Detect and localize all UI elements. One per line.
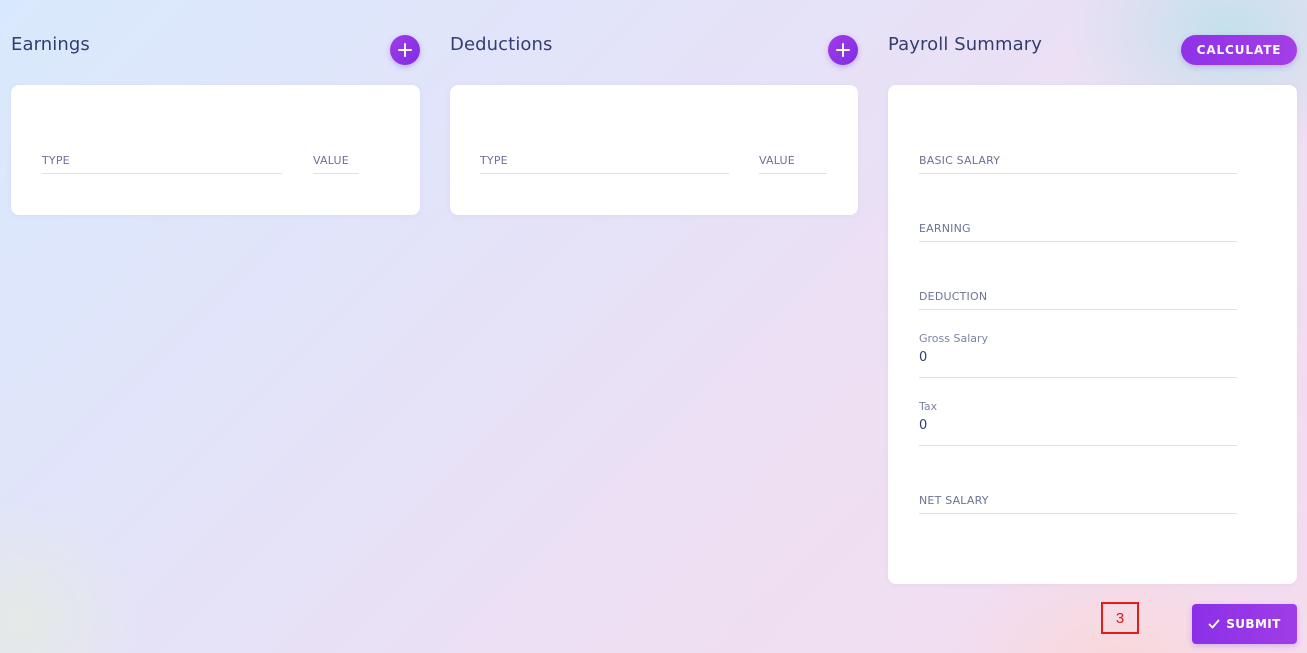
payroll-summary-title: Payroll Summary bbox=[888, 34, 1042, 55]
earning-total-label: EARNING bbox=[919, 222, 971, 235]
add-earning-button[interactable] bbox=[390, 35, 420, 65]
annotation-marker: 3 bbox=[1101, 602, 1139, 634]
earning-total-field[interactable]: EARNING bbox=[919, 213, 1237, 242]
deduction-value-label: VALUE bbox=[759, 154, 795, 167]
gross-salary-label: Gross Salary bbox=[919, 332, 989, 345]
earnings-title: Earnings bbox=[11, 34, 90, 55]
basic-salary-field[interactable]: BASIC SALARY bbox=[919, 145, 1237, 174]
earning-type-label: TYPE bbox=[42, 154, 70, 167]
deduction-total-field[interactable]: DEDUCTION bbox=[919, 281, 1237, 310]
earning-type-field[interactable]: TYPE bbox=[42, 145, 282, 174]
add-deduction-button[interactable] bbox=[828, 35, 858, 65]
earning-value-field[interactable]: VALUE bbox=[313, 145, 359, 174]
deductions-title: Deductions bbox=[450, 34, 553, 55]
earnings-card: TYPE VALUE bbox=[11, 85, 420, 215]
submit-label: SUBMIT bbox=[1226, 617, 1281, 631]
deduction-type-field[interactable]: TYPE bbox=[480, 145, 729, 174]
deduction-value-field[interactable]: VALUE bbox=[759, 145, 827, 174]
check-icon bbox=[1208, 619, 1220, 629]
gross-salary-value: 0 bbox=[919, 350, 928, 365]
earning-value-label: VALUE bbox=[313, 154, 349, 167]
plus-icon bbox=[836, 43, 850, 57]
deductions-card: TYPE VALUE bbox=[450, 85, 858, 215]
net-salary-label: NET SALARY bbox=[919, 494, 989, 507]
deduction-total-label: DEDUCTION bbox=[919, 290, 988, 303]
calculate-button[interactable]: CALCULATE bbox=[1181, 35, 1297, 65]
net-salary-field[interactable]: NET SALARY bbox=[919, 485, 1237, 514]
tax-value: 0 bbox=[919, 418, 928, 433]
plus-icon bbox=[398, 43, 412, 57]
tax-label: Tax bbox=[919, 400, 938, 413]
payroll-summary-card: BASIC SALARY EARNING DEDUCTION Gross Sal… bbox=[888, 85, 1297, 584]
submit-button[interactable]: SUBMIT bbox=[1192, 604, 1297, 644]
basic-salary-label: BASIC SALARY bbox=[919, 154, 1001, 167]
gross-salary-field[interactable]: Gross Salary 0 bbox=[919, 332, 1237, 378]
tax-field[interactable]: Tax 0 bbox=[919, 400, 1237, 446]
deduction-type-label: TYPE bbox=[480, 154, 508, 167]
